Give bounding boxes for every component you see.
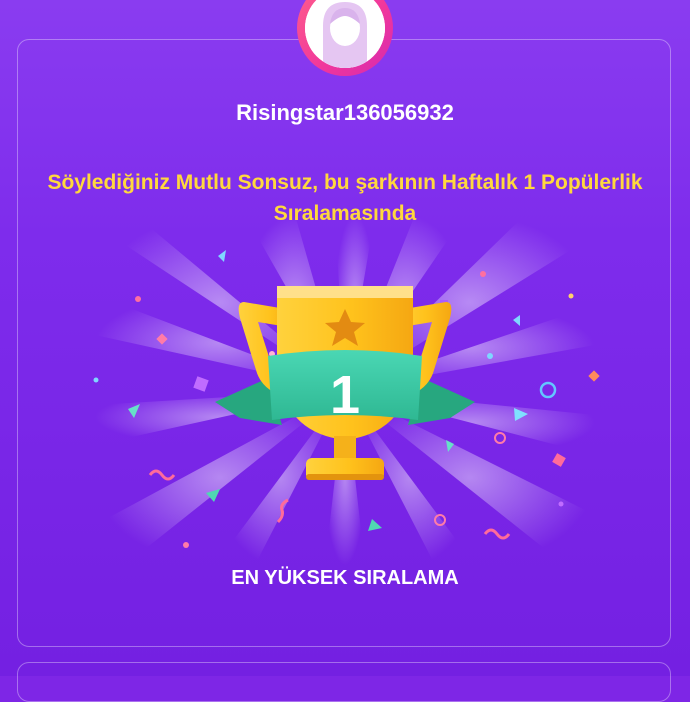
achievement-message: Söylediğiniz Mutlu Sonsuz, bu şarkının H…: [47, 171, 643, 225]
rank-number: 1: [329, 365, 361, 425]
highest-rank-label: EN YÜKSEK SIRALAMA: [231, 567, 459, 589]
achievement-card: [17, 39, 671, 647]
user-avatar-icon: [305, 0, 385, 68]
username: Risingstar136056932: [236, 100, 454, 125]
secondary-card: [17, 662, 671, 702]
